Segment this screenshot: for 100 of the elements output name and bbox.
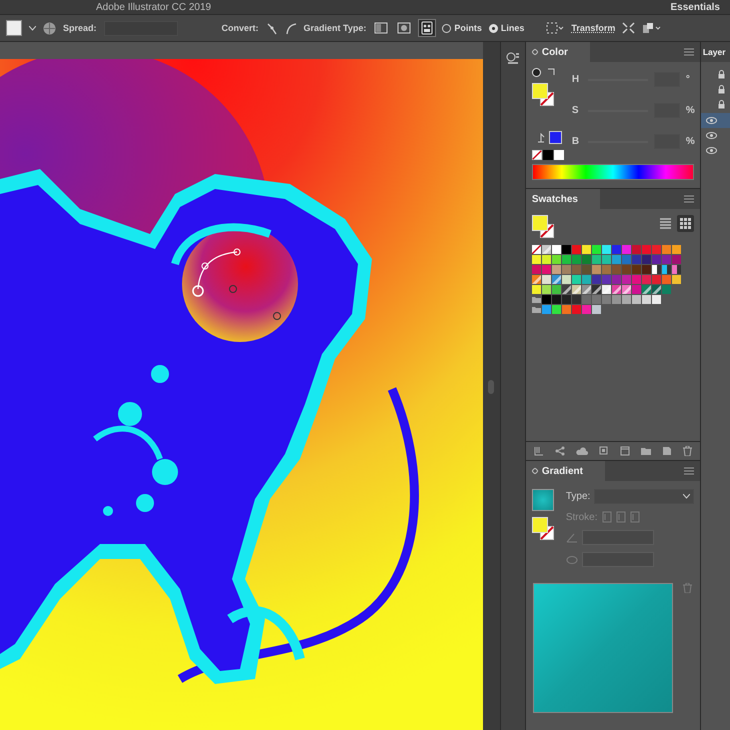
color-swatch[interactable] <box>672 275 681 284</box>
color-swatch[interactable] <box>582 255 591 264</box>
pattern-swatch[interactable] <box>612 285 621 294</box>
lock-icon[interactable] <box>718 70 725 78</box>
color-swatch[interactable] <box>582 245 591 254</box>
color-tab[interactable]: Color <box>526 42 590 62</box>
fill-swatch[interactable] <box>532 83 548 99</box>
color-swatch[interactable] <box>642 255 651 264</box>
color-swatch[interactable] <box>602 265 611 274</box>
library-icon[interactable] <box>534 446 544 456</box>
color-swatch[interactable] <box>652 255 661 264</box>
color-swatch[interactable] <box>632 295 641 304</box>
pattern-swatch[interactable] <box>622 285 631 294</box>
gradient-preview[interactable] <box>532 583 673 713</box>
diamond-icon[interactable] <box>532 468 538 474</box>
color-swatch[interactable] <box>592 255 601 264</box>
swatches-tab[interactable]: Swatches <box>526 189 600 209</box>
color-swatch[interactable] <box>612 245 621 254</box>
color-swatch[interactable] <box>562 305 571 314</box>
lock-icon[interactable] <box>718 84 725 94</box>
color-swatch[interactable] <box>662 255 671 264</box>
selection-icon[interactable] <box>546 22 564 34</box>
gradient-type-button[interactable] <box>419 20 436 36</box>
color-swatch[interactable] <box>642 295 651 304</box>
gradient-swatch[interactable] <box>662 265 671 274</box>
swatch-kind-icon[interactable] <box>598 446 609 456</box>
color-swatch[interactable] <box>572 305 581 314</box>
pattern-swatch[interactable] <box>642 285 651 294</box>
color-swatch[interactable] <box>542 275 551 284</box>
transform-link[interactable]: Transform <box>571 23 616 33</box>
none-swatch[interactable] <box>532 245 541 254</box>
color-swatch[interactable] <box>662 275 671 284</box>
pattern-swatch[interactable] <box>582 285 591 294</box>
mode-radio[interactable]: Lines <box>488 23 524 33</box>
color-swatch[interactable] <box>662 285 671 294</box>
mode-radio[interactable]: Points <box>442 23 482 33</box>
color-swatch[interactable] <box>582 265 591 274</box>
color-swatch[interactable] <box>602 275 611 284</box>
color-swatch[interactable] <box>542 295 551 304</box>
swatch-options-icon[interactable] <box>620 446 630 456</box>
pattern-swatch[interactable] <box>552 275 561 284</box>
color-swatch[interactable] <box>582 295 591 304</box>
last-color-swatch[interactable] <box>548 131 562 144</box>
gradient-swatch[interactable] <box>532 489 554 511</box>
workspace-switcher[interactable]: Essentials <box>670 2 720 12</box>
swap-icon[interactable] <box>546 68 556 77</box>
gamut-icon[interactable] <box>536 132 545 142</box>
color-swatch[interactable] <box>552 245 561 254</box>
color-swatch[interactable] <box>612 275 621 284</box>
aspect-ratio-icon[interactable] <box>566 554 578 564</box>
color-swatch[interactable] <box>632 245 641 254</box>
color-swatch[interactable] <box>602 295 611 304</box>
color-swatch[interactable] <box>582 305 591 314</box>
folder-icon[interactable] <box>640 446 651 456</box>
gradient-type-button[interactable] <box>396 20 412 36</box>
stroke-gradient-icon[interactable] <box>630 511 640 523</box>
diamond-icon[interactable] <box>532 49 538 55</box>
color-swatch[interactable] <box>672 255 681 264</box>
color-swatch[interactable] <box>562 255 571 264</box>
color-swatch[interactable] <box>562 245 571 254</box>
color-swatch[interactable] <box>572 265 581 274</box>
color-swatch[interactable] <box>542 265 551 274</box>
color-swatch[interactable] <box>622 295 631 304</box>
color-swatch[interactable] <box>552 305 561 314</box>
pattern-swatch[interactable] <box>652 285 661 294</box>
gradient-type-button[interactable] <box>373 20 390 36</box>
color-swatch[interactable] <box>622 255 631 264</box>
smooth-point-icon[interactable] <box>284 22 297 34</box>
eye-icon[interactable] <box>706 132 717 139</box>
lock-icon[interactable] <box>718 100 725 108</box>
color-swatch[interactable] <box>552 255 561 264</box>
color-swatch[interactable] <box>562 265 571 274</box>
color-swatch[interactable] <box>602 255 611 264</box>
color-swatch[interactable] <box>612 255 621 264</box>
color-swatch[interactable] <box>552 285 561 294</box>
stroke-gradient-icon[interactable] <box>602 511 612 523</box>
color-swatch[interactable] <box>652 275 661 284</box>
color-swatch[interactable] <box>532 255 541 264</box>
panel-menu-icon[interactable] <box>684 467 694 475</box>
color-swatch[interactable] <box>532 285 541 294</box>
pattern-swatch[interactable] <box>542 245 551 254</box>
color-swatch[interactable] <box>662 245 671 254</box>
preset-swatch[interactable] <box>554 150 564 160</box>
preset-swatch[interactable] <box>542 150 553 160</box>
pattern-swatch[interactable] <box>562 285 571 294</box>
cloud-icon[interactable] <box>576 446 588 456</box>
color-swatch[interactable] <box>532 265 541 274</box>
stroke-swatch[interactable] <box>6 20 22 36</box>
trash-icon[interactable] <box>682 446 692 456</box>
color-swatch[interactable] <box>632 255 641 264</box>
color-swatch[interactable] <box>582 275 591 284</box>
pattern-swatch[interactable] <box>532 275 541 284</box>
color-swatch[interactable] <box>642 245 651 254</box>
color-swatch[interactable] <box>592 295 601 304</box>
color-swatch[interactable] <box>612 295 621 304</box>
color-swatch[interactable] <box>622 245 631 254</box>
color-swatch[interactable] <box>592 265 601 274</box>
share-icon[interactable] <box>554 446 565 456</box>
color-swatch[interactable] <box>632 275 641 284</box>
color-swatch[interactable] <box>632 265 641 274</box>
